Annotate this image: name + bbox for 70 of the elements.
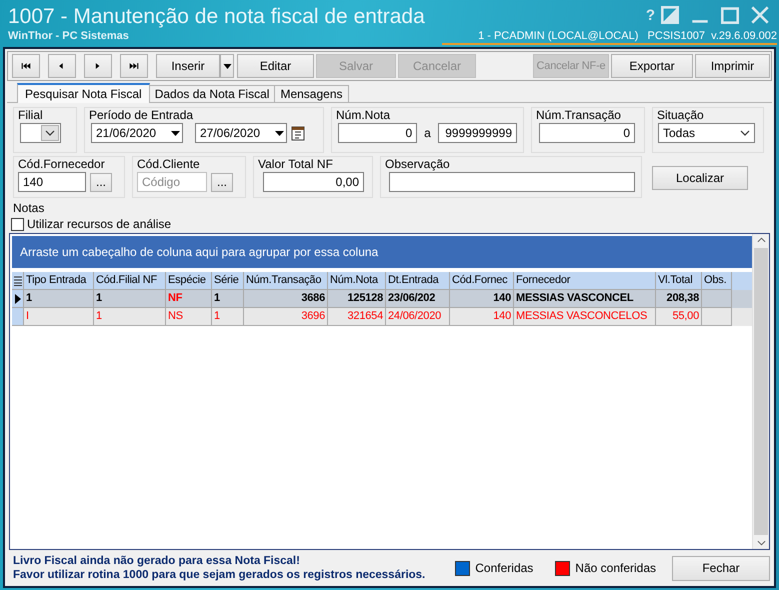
- tab[interactable]: Mensagens: [274, 85, 348, 102]
- first-button[interactable]: [12, 54, 40, 78]
- left-arrow-icon: [20, 61, 32, 71]
- row-indicator[interactable]: [12, 290, 24, 308]
- chevron-down-icon: [45, 130, 55, 136]
- input-field[interactable]: 0: [539, 123, 635, 143]
- toolbar-button[interactable]: Editar: [237, 54, 314, 78]
- row-pointer-icon: [14, 294, 20, 304]
- field-label: Núm.Transação: [536, 108, 621, 123]
- field-label: Núm.Nota: [336, 108, 390, 123]
- field-label: Período de Entrada: [89, 108, 194, 123]
- table-cell: NS: [166, 308, 212, 326]
- column-chooser-icon[interactable]: [14, 276, 22, 286]
- input-field[interactable]: [389, 172, 635, 192]
- close-button[interactable]: Fechar: [672, 556, 770, 580]
- warning-message: Favor utilizar rotina 1000 para que sejam gerados os registros necessários.: [13, 568, 426, 582]
- calendar-icon[interactable]: [291, 125, 305, 141]
- section-label: Notas: [13, 201, 44, 215]
- legend-label: Não conferidas: [575, 561, 656, 575]
- table-cell: MESSIAS VASCONCELOS: [514, 308, 656, 326]
- input-field[interactable]: 9999999999: [438, 123, 517, 143]
- lookup-button[interactable]: ...: [90, 172, 112, 192]
- field-label: Cód.Cliente: [137, 157, 200, 172]
- app-name: WinThor - PC Sistemas: [8, 30, 129, 42]
- input-field[interactable]: 0,00: [263, 172, 364, 192]
- caret-icon: [222, 64, 232, 68]
- toolbar-button[interactable]: Inserir: [156, 54, 220, 78]
- field-label: Situação: [657, 108, 704, 123]
- legend-label: Conferidas: [475, 561, 534, 575]
- table-cell: 1: [212, 308, 244, 326]
- input-field[interactable]: 140: [18, 172, 86, 192]
- group-by-panel[interactable]: Arraste um cabeçalho de coluna aqui para agrupar por essa coluna: [12, 236, 752, 268]
- range-separator: a: [424, 126, 431, 140]
- theme-icon[interactable]: [659, 6, 681, 24]
- field-label: Filial: [18, 108, 43, 123]
- date-picker[interactable]: 21/06/2020: [91, 123, 183, 143]
- maximize-icon[interactable]: [719, 6, 741, 24]
- chevron-down-icon: [740, 130, 750, 136]
- table-cell: 55,00: [656, 308, 702, 326]
- lookup-button[interactable]: ...: [211, 172, 233, 192]
- toolbar-button[interactable]: Exportar: [611, 54, 693, 78]
- scrollbar[interactable]: [752, 234, 769, 549]
- dropdown-button[interactable]: [220, 54, 234, 78]
- date-picker[interactable]: 27/06/2020: [195, 123, 287, 143]
- branch-dropdown[interactable]: [20, 123, 61, 143]
- field-label: Valor Total NF: [258, 157, 333, 172]
- window-title: 1007 - Manutenção de nota fiscal de entrada: [8, 5, 425, 29]
- input-field[interactable]: 0: [338, 123, 418, 143]
- right-arrow-icon: [128, 61, 140, 71]
- session-info: 1 - PCADMIN (LOCAL@LOCAL) PCSIS1007 v.29.6.09.002: [442, 30, 777, 45]
- table-row[interactable]: 1 1 NF 1 3686 125128 23/06/202 140 MESSIAS VASCONCEL 208,38: [12, 290, 752, 308]
- field-label: Cód.Fornecedor: [18, 157, 105, 172]
- input-field[interactable]: Código: [137, 172, 207, 192]
- dropdown-arrow-icon: [171, 130, 180, 136]
- table-cell: 140: [450, 308, 514, 326]
- status-dropdown[interactable]: Todas: [658, 123, 755, 143]
- table-cell: 3696: [244, 308, 328, 326]
- analysis-checkbox[interactable]: Utilizar recursos de análise: [11, 217, 172, 231]
- last-button[interactable]: [120, 54, 148, 78]
- close-icon[interactable]: [749, 6, 771, 24]
- toolbar-button[interactable]: Imprimir: [695, 54, 770, 78]
- table-cell: 321654: [328, 308, 386, 326]
- table-cell: 24/06/2020: [386, 308, 450, 326]
- search-button[interactable]: Localizar: [652, 166, 748, 190]
- field-label: Observação: [385, 157, 450, 172]
- warning-message: Livro Fiscal ainda não gerado para essa Nota Fiscal!: [13, 554, 301, 568]
- dropdown-arrow-icon: [275, 130, 284, 136]
- table-cell: 1: [94, 308, 166, 326]
- table-cell: I: [24, 308, 94, 326]
- tab[interactable]: Pesquisar Nota Fiscal: [17, 83, 150, 103]
